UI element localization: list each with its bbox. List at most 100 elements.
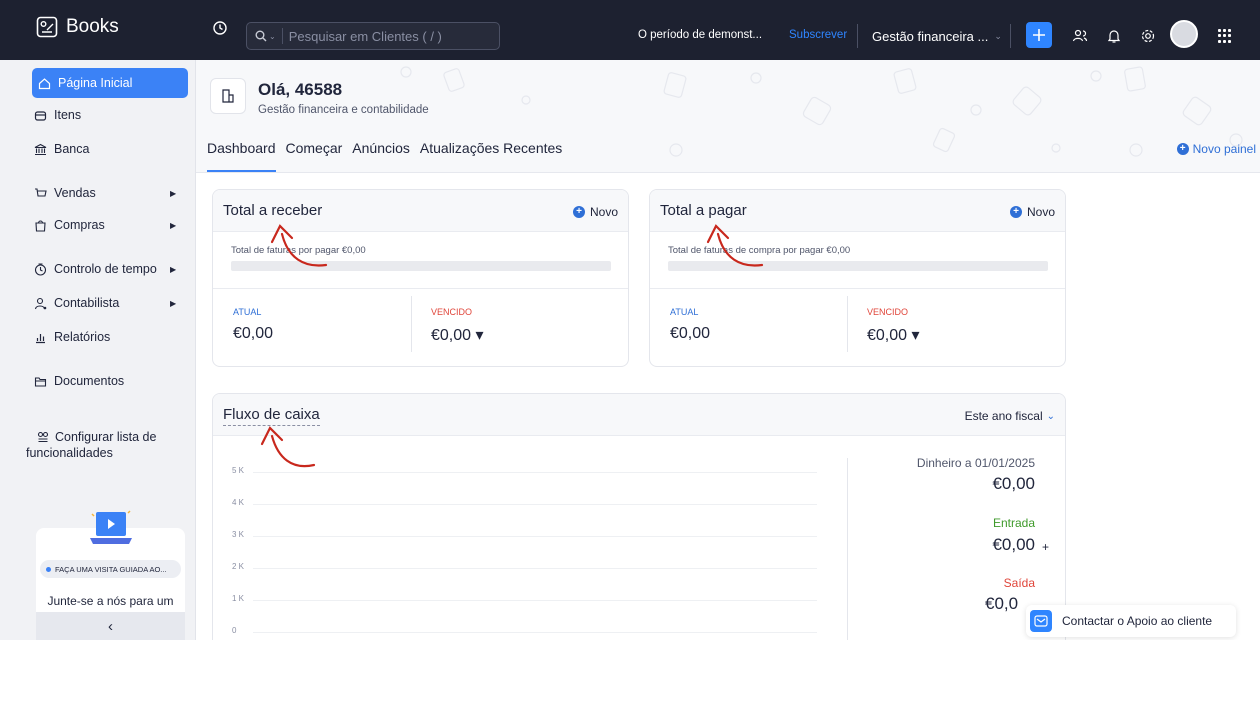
search-placeholder: Pesquisar em Clientes ( / ) bbox=[288, 28, 442, 44]
sidebar-item-label: Contabilista bbox=[54, 296, 120, 310]
card-header: Total a pagar + Novo bbox=[650, 190, 1065, 232]
sidebar-item-home[interactable]: Página Inicial bbox=[32, 68, 188, 98]
organization-name: Gestão financeira ... bbox=[872, 29, 989, 44]
overdue-amount-dropdown[interactable]: €0,00 ▾ bbox=[867, 325, 920, 345]
tour-badge: FAÇA UMA VISITA GUIADA AO... bbox=[40, 560, 181, 578]
sidebar-item-documents[interactable]: Documentos bbox=[34, 366, 124, 396]
bag-icon bbox=[35, 219, 46, 232]
current-amount[interactable]: €0,00 bbox=[233, 325, 273, 343]
period-dropdown[interactable]: Este ano fiscal ⌄ bbox=[965, 409, 1055, 423]
new-invoice-button[interactable]: + Novo bbox=[572, 205, 618, 219]
sidebar-item-reports[interactable]: Relatórios bbox=[34, 322, 110, 352]
quick-create-button[interactable] bbox=[1026, 22, 1052, 48]
receivables-title: Total a receber bbox=[223, 202, 323, 219]
badge-dot bbox=[46, 566, 51, 572]
period-label: Este ano fiscal bbox=[964, 409, 1043, 423]
current-label: ATUAL bbox=[233, 307, 262, 317]
notifications-bell-icon[interactable] bbox=[1106, 28, 1122, 49]
search-icon[interactable]: ⌄ bbox=[255, 28, 283, 44]
cart-icon bbox=[35, 187, 47, 197]
organization-switcher[interactable]: Gestão financeira ... ⌄ bbox=[872, 29, 1002, 44]
new-bill-button[interactable]: + Novo bbox=[1009, 205, 1055, 219]
caret-right-icon: ▶ bbox=[170, 264, 177, 274]
current-amount[interactable]: €0,00 bbox=[670, 325, 710, 343]
settings-gear-icon[interactable] bbox=[1140, 28, 1156, 49]
incoming-row: €0,00 bbox=[992, 535, 1035, 555]
tab-dashboard[interactable]: Dashboard bbox=[207, 140, 276, 172]
contact-support-button[interactable]: Contactar o Apoio ao cliente bbox=[1026, 605, 1236, 637]
tab-getting-started[interactable]: Começar bbox=[286, 140, 343, 172]
gridline bbox=[253, 632, 817, 633]
dashboard-content: Total a receber + Novo Total de faturas … bbox=[196, 172, 1260, 640]
recent-history-icon[interactable] bbox=[212, 20, 228, 41]
tab-recent-updates[interactable]: Atualizações Recentes bbox=[420, 140, 562, 172]
user-icon bbox=[34, 297, 47, 309]
sidebar-item-label: Página Inicial bbox=[58, 76, 133, 90]
new-panel-label: Novo painel bbox=[1192, 142, 1256, 156]
plus-circle-icon: + bbox=[1176, 143, 1189, 155]
folder-icon bbox=[34, 376, 47, 387]
clock-icon bbox=[34, 262, 47, 276]
sidebar-item-purchases[interactable]: Compras ▶ bbox=[34, 210, 176, 240]
greeting-title: Olá, 46588 bbox=[258, 80, 343, 99]
sidebar-item-sales[interactable]: Vendas ▶ bbox=[34, 178, 176, 208]
chevron-down-icon: ⌄ bbox=[1046, 410, 1055, 422]
chart-icon bbox=[36, 333, 45, 343]
subscribe-link[interactable]: Subscrever bbox=[789, 29, 847, 41]
sidebar-item-label: Documentos bbox=[54, 374, 125, 388]
tour-badge-label: FAÇA UMA VISITA GUIADA AO... bbox=[55, 564, 167, 574]
sidebar-item-label: Controlo de tempo bbox=[54, 262, 157, 276]
new-label: Novo bbox=[589, 205, 618, 219]
organization-icon bbox=[210, 78, 246, 114]
y-tick-label: 5 K bbox=[232, 466, 245, 475]
new-label: Novo bbox=[1026, 205, 1055, 219]
incoming-value: €0,00 bbox=[992, 535, 1035, 554]
plus-icon bbox=[1033, 29, 1045, 41]
divider bbox=[213, 288, 628, 289]
sidebar-item-label: Banca bbox=[54, 142, 90, 156]
gridline bbox=[253, 568, 817, 569]
sidebar-item-items[interactable]: Itens bbox=[34, 100, 81, 130]
cashflow-title: Fluxo de caixa bbox=[223, 406, 320, 426]
opening-cash-value: €0,00 bbox=[992, 474, 1035, 493]
top-bar: Books ⌄ Pesquisar em Clientes ( / ) O pe… bbox=[0, 0, 1260, 60]
new-dashboard-button[interactable]: + Novo painel bbox=[1176, 142, 1256, 156]
current-label: ATUAL bbox=[670, 307, 699, 317]
app-name: Books bbox=[66, 16, 119, 37]
support-label: Contactar o Apoio ao cliente bbox=[1062, 614, 1213, 628]
divider bbox=[847, 296, 848, 352]
mail-icon bbox=[1030, 610, 1052, 632]
sidebar-item-label: Vendas bbox=[54, 186, 96, 200]
app-window: Books ⌄ Pesquisar em Clientes ( / ) O pe… bbox=[0, 0, 1260, 640]
bank-icon bbox=[34, 143, 47, 155]
books-logo-icon bbox=[36, 16, 58, 38]
sidebar-item-accountant[interactable]: Contabilista ▶ bbox=[34, 288, 176, 318]
sidebar-item-label: Itens bbox=[54, 108, 82, 122]
users-icon[interactable] bbox=[1072, 28, 1088, 49]
collapse-sidebar-button[interactable]: ‹ bbox=[36, 612, 185, 640]
cashflow-card: Fluxo de caixa Este ano fiscal ⌄ 5 K 4 K 3… bbox=[212, 393, 1066, 640]
sidebar-item-time-tracking[interactable]: Controlo de tempo ▶ bbox=[34, 254, 176, 284]
y-tick-label: 4 K bbox=[232, 498, 245, 507]
configure-features-link[interactable]: Configurar lista de bbox=[37, 428, 156, 446]
divider bbox=[1010, 24, 1011, 48]
opening-cash-label: Dinheiro a 01/01/2025 bbox=[916, 456, 1035, 470]
search-input[interactable]: ⌄ Pesquisar em Clientes ( / ) bbox=[246, 22, 500, 50]
main-content: Olá, 46588 Gestão financeira e contabili… bbox=[196, 60, 1260, 640]
guided-tour-card[interactable]: FAÇA UMA VISITA GUIADA AO... Junte-se a … bbox=[36, 510, 185, 618]
overdue-label: VENCIDO bbox=[867, 307, 909, 317]
chevron-left-icon: ‹ bbox=[108, 617, 113, 635]
overdue-label: VENCIDO bbox=[431, 307, 473, 317]
dashboard-tabs: Dashboard Começar Anúncios Atualizações … bbox=[207, 140, 572, 172]
overdue-amount-dropdown[interactable]: €0,00 ▾ bbox=[431, 325, 484, 345]
user-avatar[interactable] bbox=[1170, 20, 1198, 48]
sidebar-item-banking[interactable]: Banca bbox=[34, 134, 89, 164]
tab-announcements[interactable]: Anúncios bbox=[352, 140, 410, 172]
payables-title: Total a pagar bbox=[660, 202, 747, 219]
receivables-progress-bar bbox=[231, 261, 611, 271]
sidebar-item-label: Relatórios bbox=[54, 330, 111, 344]
receivables-card: Total a receber + Novo Total de faturas … bbox=[212, 189, 629, 367]
app-logo[interactable]: Books bbox=[36, 16, 119, 38]
y-tick-label: 0 bbox=[232, 626, 237, 635]
app-grid-icon[interactable] bbox=[1218, 29, 1232, 43]
